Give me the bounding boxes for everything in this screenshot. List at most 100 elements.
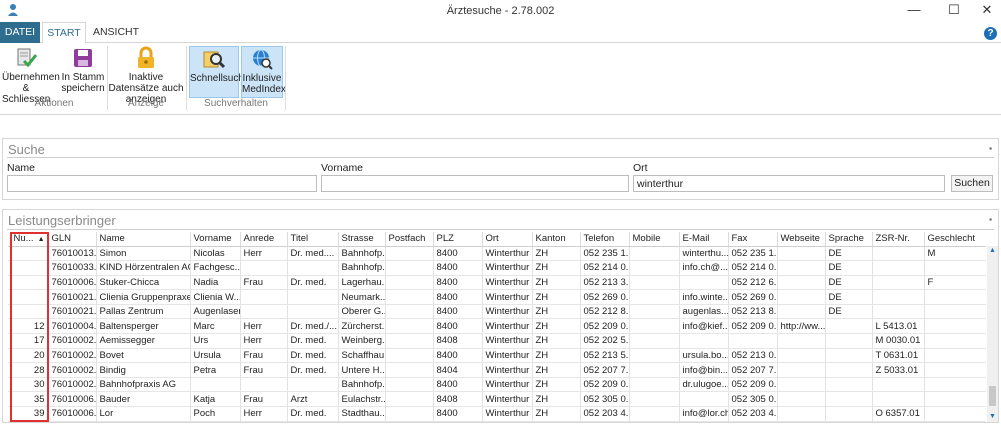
- table-cell: [825, 318, 873, 335]
- lock-icon: [138, 46, 154, 68]
- column-header[interactable]: Kanton: [532, 232, 581, 247]
- table-cell: Winterthur: [482, 289, 533, 305]
- table-cell: Herr: [240, 406, 288, 422]
- vorname-input[interactable]: [321, 175, 629, 192]
- column-header[interactable]: Nu... ▲: [8, 232, 49, 247]
- table-cell: ZH: [532, 275, 581, 291]
- table-cell: Augenlaser: [190, 304, 241, 320]
- table-cell: Urs: [190, 333, 241, 349]
- table-row[interactable]: 3076010002...Bahnhofpraxis AG Bahnhofp...…: [8, 377, 986, 393]
- column-header-label: Name: [99, 233, 125, 245]
- column-header[interactable]: Postfach: [385, 232, 434, 247]
- table-cell: [385, 289, 434, 305]
- table-cell: 052 213 5...: [580, 348, 630, 364]
- scroll-thumb[interactable]: [989, 386, 996, 406]
- table-cell: [629, 333, 680, 349]
- column-header-label: Telefon: [583, 233, 615, 245]
- table-cell: [825, 333, 873, 349]
- table-cell: [385, 275, 434, 291]
- include-medindex-button[interactable]: Inklusive MedIndex: [241, 46, 286, 98]
- ribbon-separator: [186, 46, 187, 110]
- table-cell: [777, 304, 826, 320]
- table-cell: [825, 406, 873, 422]
- table-row[interactable]: 1776010002...AemisseggerUrsHerrDr. med.W…: [8, 333, 986, 349]
- table-cell: Stuker-Chicca: [96, 275, 191, 291]
- table-cell: [872, 289, 925, 305]
- column-header[interactable]: Titel: [287, 232, 339, 247]
- table-cell: Lor: [96, 406, 191, 422]
- table-cell: [240, 377, 288, 393]
- table-cell: M 0030.01: [872, 333, 925, 349]
- name-input[interactable]: [7, 175, 317, 192]
- search-button[interactable]: Suchen: [951, 175, 993, 192]
- table-cell: info@kief...: [679, 318, 729, 335]
- column-header[interactable]: Mobile: [629, 232, 680, 247]
- pin-icon[interactable]: ▪: [989, 215, 992, 224]
- column-header[interactable]: Sprache: [825, 232, 873, 247]
- column-header[interactable]: PLZ: [433, 232, 483, 247]
- show-inactive-button[interactable]: Inaktive Datensätze auch anzeigen: [108, 46, 184, 105]
- table-cell: ZH: [532, 377, 581, 393]
- table-cell: 76010021...: [48, 289, 97, 305]
- help-icon[interactable]: ?: [984, 27, 997, 40]
- vertical-scrollbar[interactable]: ▲ ▼: [987, 246, 998, 422]
- table-cell: Poch: [190, 406, 241, 422]
- table-cell: [872, 391, 925, 408]
- table-cell: [287, 377, 339, 393]
- table-cell: Dr. med.: [287, 333, 339, 349]
- column-header[interactable]: Strasse: [338, 232, 386, 247]
- quick-search-button[interactable]: Schnellsuche: [189, 46, 249, 98]
- table-cell: [777, 275, 826, 291]
- save-to-master-button[interactable]: In Stamm speichern: [60, 46, 106, 98]
- table-cell: 76010002...: [48, 362, 97, 378]
- save-icon: [74, 49, 92, 67]
- table-row[interactable]: 2076010002...BovetUrsulaFrauDr. med.Scha…: [8, 348, 986, 364]
- table-cell: [825, 362, 873, 378]
- column-header[interactable]: Ort: [482, 232, 533, 247]
- table-row[interactable]: 76010013...SimonNicolasHerrDr. med....Ba…: [8, 246, 986, 262]
- table-cell: [629, 406, 680, 422]
- table-row[interactable]: 76010021...Clienia Gruppenpraxe...Clieni…: [8, 289, 986, 305]
- table-row[interactable]: 3576010006...BauderKatjaFrauArztEulachst…: [8, 391, 986, 408]
- results-panel-title: Leistungserbringer: [8, 213, 116, 228]
- minimize-button[interactable]: —: [897, 0, 931, 22]
- column-header[interactable]: Fax: [728, 232, 778, 247]
- table-cell: Nadia: [190, 275, 241, 291]
- table-cell: DE: [825, 304, 873, 320]
- scroll-down-icon[interactable]: ▼: [987, 412, 998, 422]
- table-cell: 8408: [433, 333, 483, 349]
- tab-datei[interactable]: DATEI: [0, 22, 40, 43]
- table-cell: [924, 304, 986, 320]
- column-header[interactable]: Geschlecht: [924, 232, 986, 247]
- ort-input[interactable]: [633, 175, 945, 192]
- table-row[interactable]: 76010006...Stuker-ChiccaNadiaFrauDr. med…: [8, 275, 986, 291]
- table-row[interactable]: 2876010002...BindigPetraFrauDr. med.Unte…: [8, 362, 986, 378]
- column-header[interactable]: Telefon: [580, 232, 630, 247]
- tab-start[interactable]: START: [42, 22, 86, 44]
- column-header[interactable]: ZSR-Nr.: [872, 232, 925, 247]
- column-header[interactable]: Name: [96, 232, 191, 247]
- table-row[interactable]: 3976010006...LorPochHerrDr. med.Stadthau…: [8, 406, 986, 422]
- column-header[interactable]: Webseite: [777, 232, 826, 247]
- column-header[interactable]: E-Mail: [679, 232, 729, 247]
- table-row[interactable]: 76010033...KIND Hörzentralen AGFachgesc.…: [8, 260, 986, 276]
- group-anzeige-label: Anzeige: [127, 98, 165, 109]
- column-header[interactable]: GLN: [48, 232, 97, 247]
- table-cell: 8400: [433, 246, 483, 262]
- accept-close-button[interactable]: Übernehmen & Schliessen: [2, 46, 60, 105]
- table-cell: 052 269 0...: [580, 289, 630, 305]
- quick-search-icon: [203, 51, 226, 69]
- scroll-up-icon[interactable]: ▲: [987, 246, 998, 256]
- column-header[interactable]: Vorname: [190, 232, 241, 247]
- table-row[interactable]: 76010021...Pallas ZentrumAugenlaser Obere…: [8, 304, 986, 320]
- close-button[interactable]: ✕: [970, 0, 1001, 22]
- maximize-button[interactable]: ☐: [937, 0, 971, 22]
- table-cell: [629, 275, 680, 291]
- table-cell: 052 269 0...: [728, 289, 778, 305]
- pin-icon[interactable]: ▪: [989, 144, 992, 153]
- tab-ansicht[interactable]: ANSICHT: [90, 22, 142, 43]
- column-header[interactable]: Anrede: [240, 232, 288, 247]
- table-cell: [777, 377, 826, 393]
- table-cell: Dr. med....: [287, 246, 339, 262]
- table-row[interactable]: 1276010004...BaltenspergerMarcHerrDr. me…: [8, 318, 986, 335]
